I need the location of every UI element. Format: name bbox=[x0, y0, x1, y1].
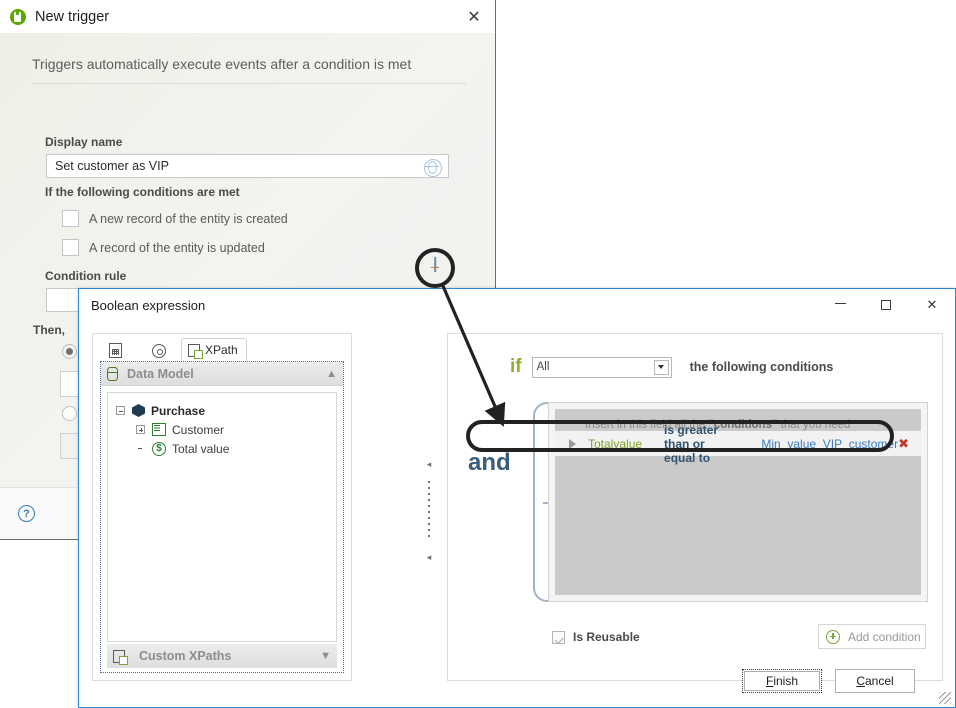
boolean-titlebar: Boolean expression ✕ bbox=[79, 289, 955, 321]
if-quantifier-select[interactable]: All bbox=[531, 356, 672, 378]
tree-node-purchase[interactable]: Purchase bbox=[114, 401, 330, 420]
display-name-label: Display name bbox=[45, 135, 123, 149]
new-trigger-titlebar: New trigger ✕ bbox=[0, 0, 495, 33]
finish-label-rest: inish bbox=[773, 674, 799, 688]
data-model-title: Data Model bbox=[127, 366, 194, 381]
is-reusable-checkbox[interactable]: Is Reusable bbox=[552, 630, 640, 644]
resize-grip-icon[interactable] bbox=[939, 692, 951, 704]
plus-circle-icon bbox=[826, 629, 840, 644]
database-icon bbox=[107, 366, 118, 381]
new-trigger-title: New trigger bbox=[35, 8, 110, 25]
cancel-label-rest: ancel bbox=[864, 674, 894, 688]
tree-node-total-value[interactable]: $ Total value bbox=[114, 439, 330, 458]
is-reusable-label: Is Reusable bbox=[573, 630, 640, 644]
checkbox-box[interactable] bbox=[552, 630, 565, 644]
then-radio-option-2[interactable] bbox=[62, 406, 77, 421]
settings-tab[interactable] bbox=[137, 340, 181, 361]
checkbox-new-record[interactable]: A new record of the entity is created bbox=[62, 210, 288, 227]
chevron-down-icon[interactable] bbox=[653, 359, 669, 375]
conditions-met-label: If the following conditions are met bbox=[45, 185, 240, 199]
currency-icon: $ bbox=[152, 441, 166, 456]
document-tab[interactable] bbox=[93, 340, 137, 361]
chevron-up-icon[interactable]: ▲ bbox=[326, 368, 337, 380]
splitter-grip[interactable] bbox=[428, 481, 430, 541]
association-icon bbox=[152, 423, 166, 436]
close-icon[interactable]: ✕ bbox=[909, 289, 955, 321]
collapse-left-icon[interactable]: ◂ bbox=[427, 460, 432, 469]
plus-sign: + bbox=[430, 258, 440, 277]
gear-icon bbox=[152, 343, 166, 358]
xpath-tab-content: Data Model ▲ Purchase Customer $ Total v… bbox=[100, 361, 344, 673]
checkbox-label: A record of the entity is updated bbox=[89, 240, 265, 255]
checkbox-updated-record[interactable]: A record of the entity is updated bbox=[62, 239, 265, 256]
display-name-input[interactable]: Set customer as VIP bbox=[46, 154, 449, 178]
tree-node-label: Purchase bbox=[151, 403, 206, 418]
delete-condition-icon[interactable]: ✖ bbox=[898, 436, 909, 452]
add-condition-button[interactable]: Add condition bbox=[818, 624, 926, 649]
condition-row-highlight bbox=[466, 420, 894, 452]
cancel-button[interactable]: Cancel bbox=[835, 669, 915, 693]
mendix-logo-icon bbox=[10, 8, 26, 25]
xpath-tab-label: XPath bbox=[205, 343, 238, 357]
cancel-accel: C bbox=[856, 674, 865, 688]
if-row: if All the following conditions bbox=[510, 356, 833, 378]
xpath-icon bbox=[188, 343, 203, 359]
xpath-left-panel: XPath Data Model ▲ Purchase Customer $ T… bbox=[92, 333, 352, 681]
then-label: Then, bbox=[33, 323, 65, 337]
tree-node-label: Customer bbox=[172, 422, 225, 437]
checkbox-label: A new record of the entity is created bbox=[89, 211, 288, 226]
help-icon[interactable]: ? bbox=[18, 505, 35, 522]
data-model-tree: Purchase Customer $ Total value bbox=[107, 392, 337, 642]
divider bbox=[32, 83, 466, 84]
add-condition-rule-highlight: + bbox=[415, 248, 455, 288]
then-radio-option-1[interactable] bbox=[62, 344, 77, 359]
add-condition-label: Add condition bbox=[848, 629, 921, 644]
panel-splitter[interactable]: ◂ ◂ bbox=[423, 361, 435, 661]
expander-plus-icon[interactable] bbox=[136, 425, 145, 434]
window-controls: ✕ bbox=[817, 289, 955, 321]
boolean-footer: Finish Cancel bbox=[79, 661, 955, 707]
left-panel-tabstrip: XPath bbox=[93, 334, 351, 361]
finish-button[interactable]: Finish bbox=[742, 669, 822, 693]
entity-icon bbox=[132, 404, 145, 417]
expression-right-panel: if All the following conditions and Inse… bbox=[447, 333, 943, 681]
if-quantifier-value: All bbox=[536, 361, 550, 373]
boolean-expression-window: Boolean expression ✕ XPath Data Model ▲ … bbox=[78, 288, 956, 708]
expander-none bbox=[136, 444, 145, 453]
data-model-header[interactable]: Data Model ▲ bbox=[101, 362, 343, 386]
checkbox-box[interactable] bbox=[62, 239, 79, 256]
condition-rule-label: Condition rule bbox=[45, 269, 127, 283]
xpath-tab[interactable]: XPath bbox=[181, 338, 247, 361]
collapse-left-icon-2[interactable]: ◂ bbox=[427, 553, 432, 562]
boolean-body: XPath Data Model ▲ Purchase Customer $ T… bbox=[79, 321, 955, 707]
maximize-icon[interactable] bbox=[863, 289, 909, 321]
close-icon[interactable]: ✕ bbox=[453, 0, 495, 33]
expander-minus-icon[interactable] bbox=[116, 406, 125, 415]
if-tail-text: the following conditions bbox=[689, 360, 834, 374]
screen-root: New trigger ✕ Triggers automatically exe… bbox=[0, 0, 956, 708]
globe-target-icon[interactable] bbox=[424, 159, 442, 177]
checkbox-box[interactable] bbox=[62, 210, 79, 227]
document-grid-icon bbox=[108, 343, 122, 358]
new-trigger-subtitle: Triggers automatically execute events af… bbox=[32, 56, 412, 72]
display-name-value: Set customer as VIP bbox=[55, 159, 169, 173]
tree-node-customer[interactable]: Customer bbox=[114, 420, 330, 439]
and-keyword: and bbox=[468, 449, 511, 476]
if-keyword: if bbox=[510, 356, 522, 377]
tree-node-label: Total value bbox=[172, 441, 230, 456]
boolean-window-title: Boolean expression bbox=[91, 297, 206, 313]
